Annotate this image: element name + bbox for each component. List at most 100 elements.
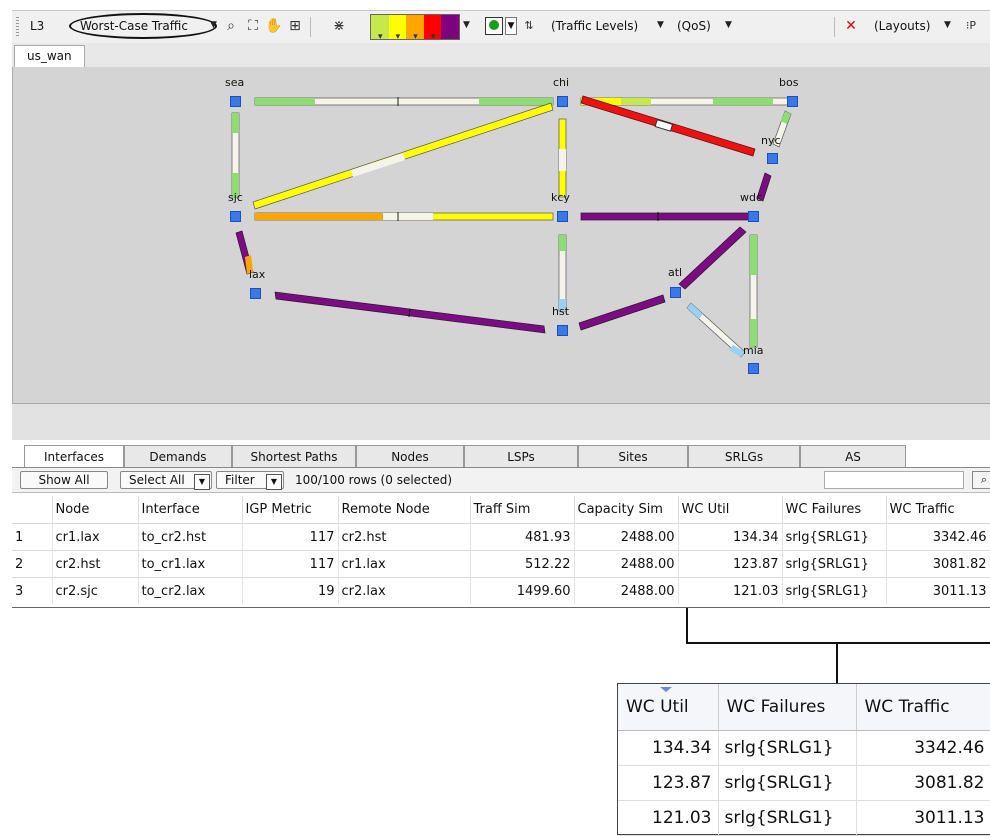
node-wdc[interactable] xyxy=(748,211,759,222)
sort-indicator-icon xyxy=(660,687,672,692)
tab-shortest-paths[interactable]: Shortest Paths xyxy=(232,445,356,467)
callout-line xyxy=(686,642,990,644)
qos-selector[interactable]: (QoS) xyxy=(677,19,711,33)
link-wdc-atl[interactable] xyxy=(678,226,747,290)
node-chi[interactable] xyxy=(557,96,568,107)
table-row[interactable]: 1 cr1.lax to_cr2.hst 117 cr2.hst 481.93 … xyxy=(12,523,990,551)
tab-us-wan[interactable]: us_wan xyxy=(14,45,85,67)
node-lax[interactable] xyxy=(250,288,261,299)
zoom-cell-wc-traffic: 3342.46 xyxy=(856,730,990,766)
cell-wc-util: 123.87 xyxy=(678,550,783,578)
column-header-wc-failures[interactable]: WC Failures xyxy=(782,496,887,524)
column-header-wc-traffic[interactable]: WC Traffic xyxy=(886,496,990,524)
pan-hand-icon[interactable]: ✋ xyxy=(265,17,283,35)
link-atl-mia[interactable] xyxy=(686,302,746,358)
column-header-igp-metric[interactable]: IGP Metric xyxy=(242,496,339,524)
column-header-capacity-sim[interactable]: Capacity Sim xyxy=(574,496,679,524)
tab-demands[interactable]: Demands xyxy=(124,445,232,467)
link-lax-hst[interactable] xyxy=(274,291,546,334)
layer-selector[interactable]: L3 xyxy=(30,19,44,33)
node-mia[interactable] xyxy=(748,363,759,374)
cell-interface: to_cr1.lax xyxy=(138,550,243,578)
chevron-down-icon[interactable]: ▼ xyxy=(194,474,210,490)
traffic-levels-selector[interactable]: (Traffic Levels) xyxy=(551,19,638,33)
interfaces-table: Node Interface IGP Metric Remote Node Tr… xyxy=(12,496,990,604)
link-kcy-wdc[interactable] xyxy=(580,212,750,221)
traffic-color-3 xyxy=(406,15,424,42)
tab-as[interactable]: AS xyxy=(800,445,906,467)
sort-icon[interactable]: ⇅ xyxy=(520,17,538,35)
close-icon[interactable]: ✕ xyxy=(842,17,860,35)
run-simulation-button[interactable] xyxy=(485,17,503,35)
run-options-dropdown[interactable]: ▼ xyxy=(505,17,517,35)
network-map[interactable]: sea chi bos nyc sjc kcy wdc lax atl hst … xyxy=(12,67,990,403)
node-sjc[interactable] xyxy=(230,211,241,222)
chevron-down-icon[interactable]: ▼ xyxy=(944,20,951,30)
zoom-column-header-wc-failures[interactable]: WC Failures xyxy=(718,684,857,731)
grid-layout-icon[interactable]: ⊞ xyxy=(286,17,304,35)
chevron-down-icon[interactable]: ▼ xyxy=(463,20,470,30)
node-label-lax: lax xyxy=(249,268,266,281)
filter-button[interactable]: Filter ▼ xyxy=(216,471,284,490)
link-sea-chi[interactable] xyxy=(254,97,554,106)
filter-label: Filter xyxy=(225,473,255,487)
cell-wc-util: 121.03 xyxy=(678,577,783,604)
link-wdc-mia[interactable] xyxy=(749,234,758,348)
column-header-interface[interactable]: Interface xyxy=(138,496,243,524)
select-all-button[interactable]: Select All ▼ xyxy=(120,471,212,490)
link-kcy-hst[interactable] xyxy=(558,234,567,312)
table-row[interactable]: 3 cr2.sjc to_cr2.lax 19 cr2.lax 1499.60 … xyxy=(12,577,990,604)
layouts-selector[interactable]: (Layouts) xyxy=(874,19,930,33)
tab-lsps[interactable]: LSPs xyxy=(464,445,578,467)
properties-icon[interactable]: ⁝P xyxy=(962,17,980,35)
zoomed-columns-table: WC Util WC Failures WC Traffic 134.34 sr… xyxy=(617,683,990,836)
node-kcy[interactable] xyxy=(557,211,568,222)
chevron-down-icon[interactable]: ▼ xyxy=(210,20,217,30)
tab-sites[interactable]: Sites xyxy=(578,445,688,467)
tab-srlgs[interactable]: SRLGs xyxy=(688,445,800,467)
column-header-traff-sim[interactable]: Traff Sim xyxy=(470,496,575,524)
node-bos[interactable] xyxy=(787,96,798,107)
tab-interfaces[interactable]: Interfaces xyxy=(24,445,124,467)
column-header-index[interactable] xyxy=(12,496,53,524)
zoom-icon[interactable]: ⌕ xyxy=(222,17,240,35)
link-sea-sjc[interactable] xyxy=(231,112,240,198)
column-header-remote-node[interactable]: Remote Node xyxy=(338,496,471,524)
network-layout-icon[interactable]: ⋇ xyxy=(330,17,348,35)
plot-mode-selector[interactable]: Worst-Case Traffic xyxy=(80,19,188,33)
chevron-down-icon[interactable]: ▼ xyxy=(266,474,282,490)
link-sjc-chi[interactable] xyxy=(252,102,554,210)
node-sea[interactable] xyxy=(230,96,241,107)
node-label-sjc: sjc xyxy=(228,191,243,204)
node-nyc[interactable] xyxy=(767,153,778,164)
chevron-down-icon[interactable]: ▼ xyxy=(657,20,664,30)
table-row[interactable]: 121.03 srlg{SRLG1} 3011.13 xyxy=(618,800,990,836)
table-row[interactable]: 2 cr2.hst to_cr1.lax 117 cr1.lax 512.22 … xyxy=(12,550,990,578)
search-input[interactable] xyxy=(824,471,964,489)
cell-remote-node: cr1.lax xyxy=(338,550,471,578)
node-hst[interactable] xyxy=(557,325,568,336)
column-header-wc-util[interactable]: WC Util xyxy=(678,496,783,524)
cell-wc-traffic: 3081.82 xyxy=(886,550,990,578)
table-row[interactable]: 123.87 srlg{SRLG1} 3081.82 xyxy=(618,765,990,801)
select-all-label: Select All xyxy=(129,473,185,487)
toolbar-grip[interactable] xyxy=(16,17,19,37)
cell-wc-failures: srlg{SRLG1} xyxy=(782,550,887,578)
table-row[interactable]: 134.34 srlg{SRLG1} 3342.46 xyxy=(618,730,990,766)
link-chi-bos[interactable] xyxy=(580,97,792,106)
document-tab-bar: us_wan xyxy=(12,43,990,68)
show-all-button[interactable]: Show All xyxy=(20,471,108,489)
chevron-down-icon[interactable]: ▼ xyxy=(725,20,732,30)
column-header-node[interactable]: Node xyxy=(52,496,139,524)
traffic-color-4 xyxy=(423,15,442,42)
link-sjc-kcy[interactable] xyxy=(254,212,554,221)
zoom-cell-wc-failures: srlg{SRLG1} xyxy=(718,765,857,801)
tab-nodes[interactable]: Nodes xyxy=(356,445,464,467)
link-chi-kcy[interactable] xyxy=(558,118,567,198)
search-button[interactable]: ⌕ xyxy=(972,471,990,489)
fit-view-icon[interactable]: ⛶ xyxy=(244,17,262,35)
traffic-color-legend[interactable] xyxy=(370,14,460,42)
link-hst-atl[interactable] xyxy=(578,294,666,331)
node-atl[interactable] xyxy=(670,287,681,298)
zoom-column-header-wc-traffic[interactable]: WC Traffic xyxy=(856,684,990,731)
